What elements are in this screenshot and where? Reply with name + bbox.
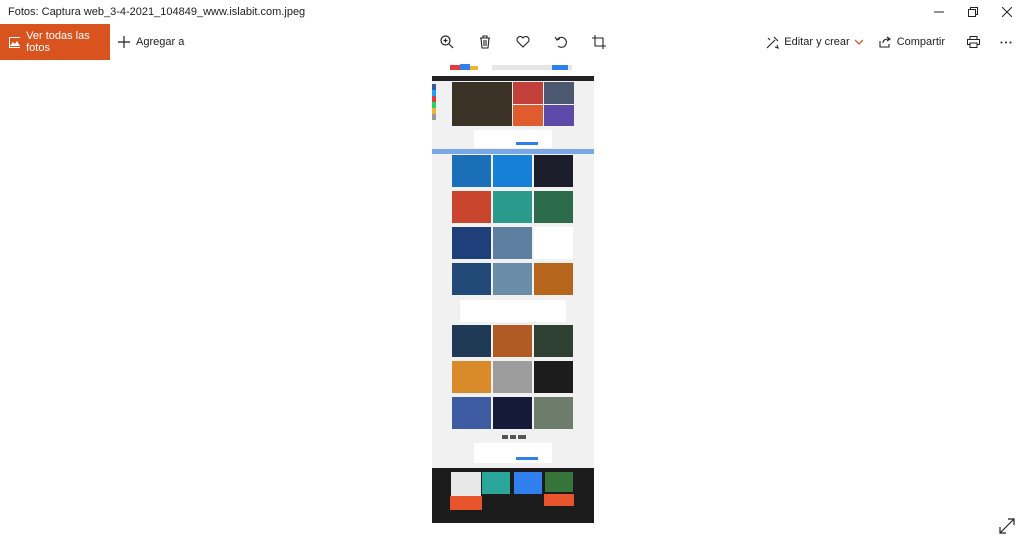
photo-blue-bar (432, 149, 594, 154)
edit-create-button[interactable]: Editar y crear (758, 24, 870, 60)
toolbar: Ver todas las fotos Agregar a Editar y c… (0, 24, 1024, 60)
rotate-icon (554, 36, 567, 48)
photo-article-thumb (493, 227, 532, 259)
footer-tile (545, 472, 573, 492)
photo-article-thumb (534, 191, 573, 223)
photo-pagination (502, 435, 526, 439)
photo-article-thumb (493, 155, 532, 187)
share-button[interactable]: Compartir (871, 24, 953, 60)
restore-button[interactable] (956, 0, 990, 24)
hero-tile (544, 82, 574, 104)
delete-icon (480, 35, 490, 49)
restore-icon (968, 7, 978, 17)
crop-button[interactable] (580, 24, 618, 60)
hero-tile (513, 82, 543, 104)
more-icon (1000, 41, 1012, 43)
more-button[interactable] (994, 24, 1024, 60)
photo-article-thumb (534, 227, 573, 259)
photo-article-thumb (534, 155, 573, 187)
view-all-label: Ver todas las fotos (26, 30, 90, 54)
view-all-photos-button[interactable]: Ver todas las fotos (0, 24, 110, 60)
print-button[interactable] (953, 24, 994, 60)
photo-article-thumb (452, 155, 491, 187)
photo-subscribe-box (460, 300, 566, 322)
photo-hero-grid (452, 82, 574, 126)
photo-article-thumb (534, 361, 573, 393)
rotate-button[interactable] (542, 24, 580, 60)
photo-article-thumb (493, 397, 532, 429)
edit-create-icon (766, 36, 780, 49)
hero-tile (544, 105, 574, 126)
photo-article-thumb (452, 191, 491, 223)
photo-nav-left (432, 76, 452, 81)
photo-article-thumb (534, 263, 573, 295)
expand-icon (999, 518, 1015, 534)
expand-button[interactable] (998, 517, 1016, 535)
photo-newsletter-box-2 (474, 443, 552, 463)
minimize-icon (934, 11, 944, 13)
photo-article-thumb (493, 263, 532, 295)
site-logo-icon (450, 64, 478, 70)
zoom-button[interactable] (428, 24, 466, 60)
photo-article-thumb (452, 227, 491, 259)
photo-article-thumb (452, 263, 491, 295)
close-icon (1002, 7, 1012, 17)
footer-tile (482, 472, 510, 494)
photo-article-thumb (534, 397, 573, 429)
photo-article-thumb (493, 191, 532, 223)
footer-tile (514, 472, 542, 494)
photo-nav (452, 76, 594, 81)
add-to-button[interactable]: Agregar a (118, 24, 184, 60)
delete-button[interactable] (466, 24, 504, 60)
share-label: Compartir (896, 36, 945, 48)
favorite-button[interactable] (504, 24, 542, 60)
favorite-icon (516, 36, 530, 48)
edit-create-label: Editar y crear (784, 36, 850, 48)
photo-footer (432, 468, 594, 523)
hero-tile (513, 105, 543, 126)
footer-tile (450, 496, 482, 510)
chevron-down-icon (854, 39, 863, 45)
photo-article-thumb (493, 361, 532, 393)
close-button[interactable] (990, 0, 1024, 24)
minimize-button[interactable] (922, 0, 956, 24)
footer-tile (544, 494, 574, 506)
window-controls (922, 0, 1024, 24)
share-icon (879, 36, 891, 48)
photo-newsletter-box (474, 130, 552, 148)
photo-article-thumb (452, 397, 491, 429)
zoom-in-icon (440, 35, 454, 49)
photo-image[interactable] (432, 60, 594, 523)
photo-share-strip (432, 84, 436, 120)
photos-icon (9, 36, 21, 48)
window-title: Fotos: Captura web_3-4-2021_104849_www.i… (8, 6, 306, 18)
center-tools (428, 24, 618, 60)
hero-tile (452, 82, 512, 126)
photo-article-thumb (452, 325, 491, 357)
add-to-label: Agregar a (136, 36, 185, 48)
photo-site-header (432, 60, 594, 76)
plus-icon (118, 36, 130, 48)
photo-article-thumb (493, 325, 532, 357)
right-tools: Editar y crear Compartir (758, 24, 1024, 60)
photo-article-thumb (534, 325, 573, 357)
title-bar: Fotos: Captura web_3-4-2021_104849_www.i… (0, 0, 1024, 24)
photo-header-button (552, 65, 568, 70)
photo-article-thumb (452, 361, 491, 393)
crop-icon (592, 35, 606, 49)
print-icon (967, 36, 980, 48)
